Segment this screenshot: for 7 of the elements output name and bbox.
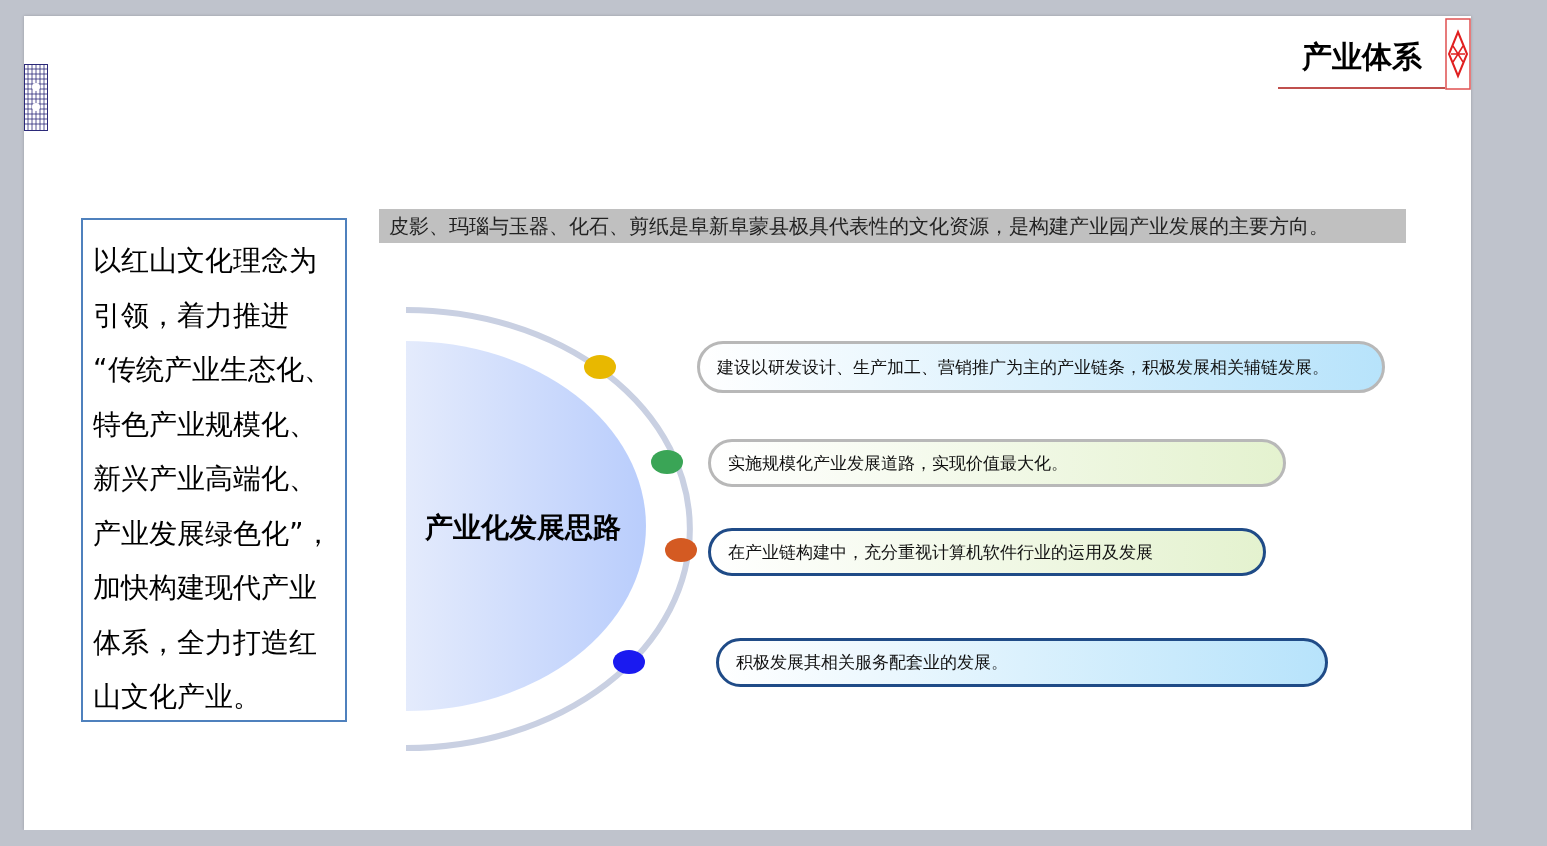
point-pill: 建设以研发设计、生产加工、营销推广为主的产业链条，积极发展相关辅链发展。 xyxy=(697,341,1385,393)
banner-text: 皮影、玛瑙与玉器、化石、剪纸是阜新阜蒙县极具代表性的文化资源，是构建产业园产业发展的主要方向。 xyxy=(379,209,1406,243)
point-pill: 在产业链构建中，充分重视计算机软件行业的运用及发展 xyxy=(708,528,1266,576)
point-pill: 积极发展其相关服务配套业的发展。 xyxy=(716,638,1328,687)
intro-text-box: 以红山文化理念为 引领，着力推进 “传统产业生态化、 特色产业规模化、 新兴产业高端化、 产业发展绿色化”， 加快构建现代产业 体系，全力打造红 山文化产业。 xyxy=(81,218,347,722)
hub-label: 产业化发展思路 xyxy=(424,510,622,546)
point-pill: 实施规模化产业发展道路，实现价值最大化。 xyxy=(708,439,1286,487)
